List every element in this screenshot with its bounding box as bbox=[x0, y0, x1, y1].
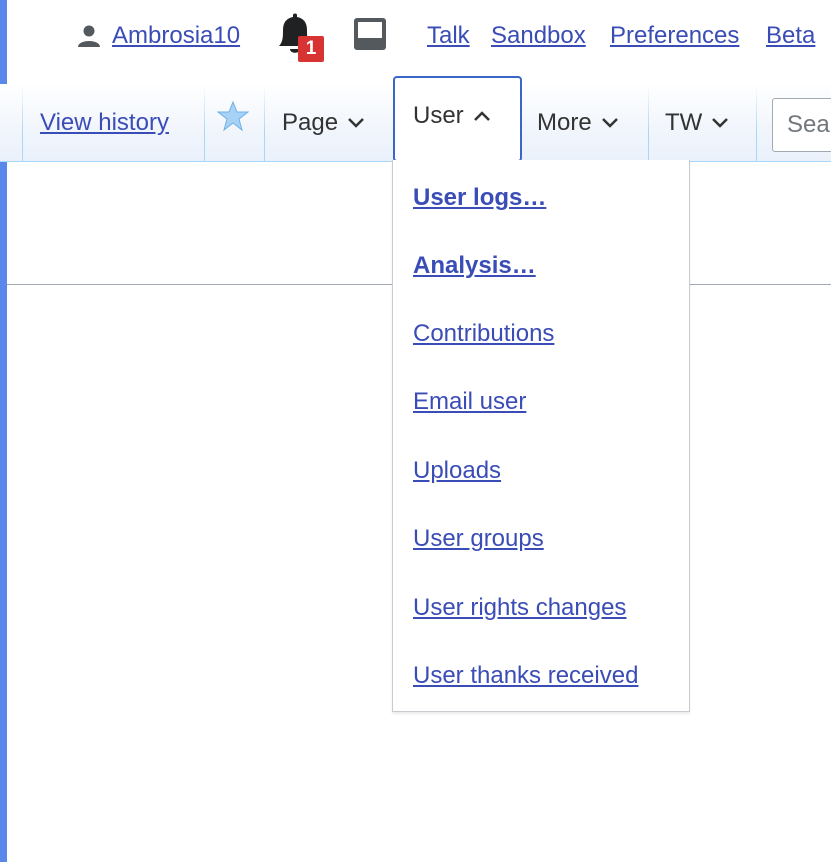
user-dropdown-menu: User logs… Analysis… Contributions Email… bbox=[392, 160, 690, 712]
menu-item-user-logs[interactable]: User logs… bbox=[413, 184, 546, 212]
tab-separator bbox=[648, 84, 649, 162]
chevron-down-icon bbox=[601, 118, 618, 128]
watch-star-icon[interactable] bbox=[217, 100, 249, 132]
preferences-link[interactable]: Preferences bbox=[610, 22, 739, 50]
menu-item-user-thanks-received[interactable]: User thanks received bbox=[413, 662, 638, 690]
search-input[interactable]: Search bbox=[772, 98, 831, 152]
talk-link[interactable]: Talk bbox=[427, 22, 470, 50]
chevron-down-icon bbox=[712, 118, 729, 128]
menu-item-analysis[interactable]: Analysis… bbox=[413, 252, 536, 280]
personal-tools-bar: Ambrosia10 1 Talk Sandbox Preferences Be… bbox=[0, 10, 831, 64]
username-link[interactable]: Ambrosia10 bbox=[112, 22, 240, 50]
menu-item-user-groups[interactable]: User groups bbox=[413, 525, 544, 553]
menu-item-user-rights-changes[interactable]: User rights changes bbox=[413, 594, 626, 622]
chevron-up-icon bbox=[473, 111, 490, 121]
tab-view-history[interactable]: View history bbox=[40, 84, 169, 162]
page-menu-label: Page bbox=[282, 109, 339, 136]
watch-star-tab[interactable] bbox=[217, 84, 249, 162]
more-menu-label: More bbox=[537, 109, 592, 136]
tab-page-menu[interactable]: Page bbox=[282, 84, 364, 162]
user-menu-label: User bbox=[413, 102, 464, 129]
beta-link[interactable]: Beta bbox=[766, 22, 815, 50]
inbox-icon[interactable] bbox=[352, 14, 388, 54]
tab-separator bbox=[22, 84, 23, 162]
tw-menu-label: TW bbox=[665, 109, 703, 136]
tab-separator bbox=[264, 84, 265, 162]
user-icon bbox=[78, 25, 100, 47]
chevron-down-icon bbox=[348, 118, 364, 128]
tab-separator bbox=[204, 84, 205, 162]
menu-item-contributions[interactable]: Contributions bbox=[413, 320, 554, 348]
view-history-link[interactable]: View history bbox=[40, 109, 169, 137]
tab-tw-menu[interactable]: TW bbox=[665, 84, 729, 162]
sandbox-link[interactable]: Sandbox bbox=[491, 22, 586, 50]
notification-count-badge[interactable]: 1 bbox=[298, 36, 324, 62]
tab-more-menu[interactable]: More bbox=[537, 84, 618, 162]
menu-item-email-user[interactable]: Email user bbox=[413, 388, 526, 416]
tab-user-menu-open[interactable]: User bbox=[393, 76, 522, 162]
tab-separator bbox=[756, 84, 757, 162]
search-placeholder: Search bbox=[787, 111, 831, 138]
menu-item-uploads[interactable]: Uploads bbox=[413, 457, 501, 485]
